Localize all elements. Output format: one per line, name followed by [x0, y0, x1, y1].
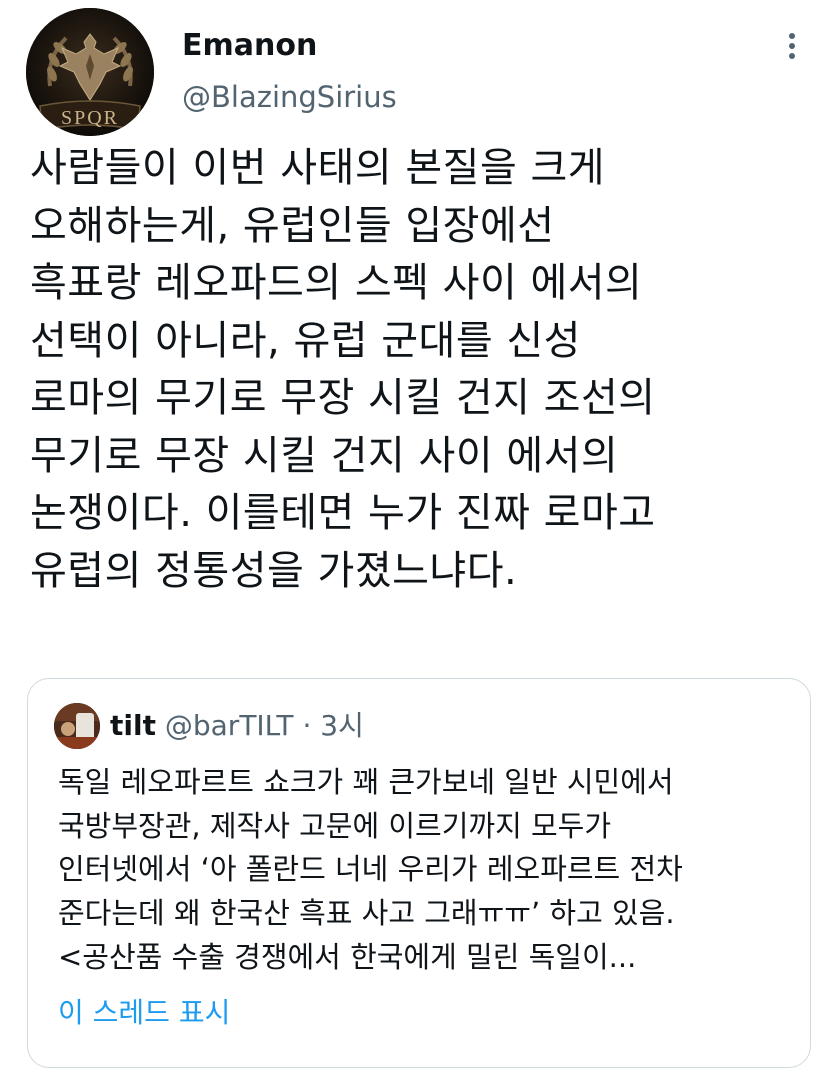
tweet-text-line: 무기로 무장 시킬 건지 사이 에서의	[30, 432, 619, 479]
quoted-tweet-card[interactable]: tilt @barTILT · 3시 독일 레오파르트 쇼크가 꽤 큰가보네 일…	[27, 678, 811, 1068]
author-avatar[interactable]: SPQR	[26, 8, 154, 136]
author-handle[interactable]: @BlazingSirius	[182, 79, 397, 115]
tweet-text-line: 로마의 무기로 무장 시킬 건지 조선의	[30, 375, 656, 421]
quoted-text-line: 인터넷에서 ‘아 폴란드 너네 우리가 레오파르트 전차	[58, 852, 683, 887]
quoted-tweet-header: tilt @barTILT · 3시	[110, 709, 364, 743]
tweet-text-line: 오해하는게, 유럽인들 입장에선	[30, 202, 555, 249]
quoted-author-name[interactable]: tilt	[110, 709, 156, 742]
tweet: SPQR Emanon @BlazingSirius 사람들이 이번 사태의 본…	[0, 0, 840, 1083]
more-vertical-icon[interactable]	[780, 28, 804, 68]
tweet-text-line: 선택이 아니라, 유럽 군대를 신성	[30, 317, 581, 364]
quoted-author-handle[interactable]: @barTILT	[165, 709, 294, 742]
quoted-text-line: 국방부장관, 제작사 고문에 이르기까지 모두가	[58, 808, 612, 843]
tweet-text: 사람들이 이번 사태의 본질을 크게 오해하는게, 유럽인들 입장에선 흑표랑 …	[30, 140, 820, 600]
separator-dot: ·	[302, 709, 312, 742]
quoted-text-line: 준다는데 왜 한국산 흑표 사고 그래ㅠㅠ’ 하고 있음.	[58, 896, 675, 931]
author-display-name[interactable]: Emanon	[182, 28, 317, 64]
quoted-tweet-time[interactable]: 3시	[320, 709, 364, 742]
tweet-text-line: 유럽의 정통성을 가졌느냐다.	[30, 547, 518, 594]
svg-text:SPQR: SPQR	[61, 107, 119, 129]
spqr-eagle-icon: SPQR	[26, 8, 154, 136]
tweet-text-line: 사람들이 이번 사태의 본질을 크게	[30, 145, 606, 191]
tweet-text-line: 흑표랑 레오파드의 스펙 사이 에서의	[30, 260, 643, 306]
quoted-text-line: 독일 레오파르트 쇼크가 꽤 큰가보네 일반 시민에서	[58, 765, 674, 799]
quoted-text-line: <공산품 수출 경쟁에서 한국에게 밀린 독일이...	[58, 939, 637, 974]
quoted-tweet-text: 독일 레오파르트 쇼크가 꽤 큰가보네 일반 시민에서 국방부장관, 제작사 고…	[58, 761, 798, 979]
tweet-text-line: 논쟁이다. 이를테면 누가 진짜 로마고	[30, 490, 656, 536]
quoted-author-avatar	[54, 703, 100, 749]
show-thread-link[interactable]: 이 스레드 표시	[58, 996, 230, 1030]
